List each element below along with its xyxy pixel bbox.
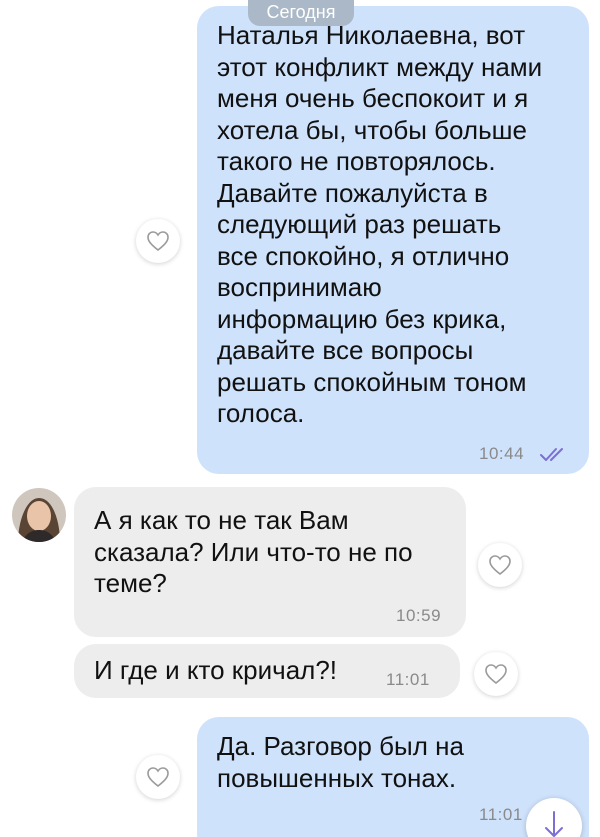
outgoing-message[interactable]: Наталья Николаевна, вот этот конфликт ме… (197, 6, 589, 474)
heart-outline-icon (146, 230, 170, 252)
heart-outline-icon (488, 554, 512, 576)
date-separator: Сегодня (248, 0, 354, 26)
like-button[interactable] (474, 652, 518, 696)
like-button[interactable] (136, 219, 180, 263)
heart-outline-icon (484, 663, 508, 685)
incoming-message[interactable]: А я как то не так Вам сказала? Или что-т… (74, 487, 466, 637)
avatar[interactable] (12, 488, 66, 542)
like-button[interactable] (136, 755, 180, 799)
message-time: 10:44 (479, 444, 525, 463)
arrow-down-icon (543, 810, 565, 837)
message-time: 11:01 (386, 670, 430, 689)
double-check-icon (539, 440, 569, 472)
heart-outline-icon (146, 766, 170, 788)
message-text: Да. Разговор был на повышенных тонах. (217, 731, 464, 793)
message-text: А я как то не так Вам сказала? Или что-т… (94, 505, 413, 598)
message-time: 11:01 (479, 805, 523, 824)
message-text: Наталья Николаевна, вот этот конфликт ме… (217, 20, 543, 428)
chat-view: Наталья Николаевна, вот этот конфликт ме… (0, 0, 600, 837)
message-time: 10:59 (396, 606, 442, 625)
like-button[interactable] (478, 543, 522, 587)
incoming-message[interactable]: И где и кто кричал?! 11:01 (74, 644, 460, 698)
